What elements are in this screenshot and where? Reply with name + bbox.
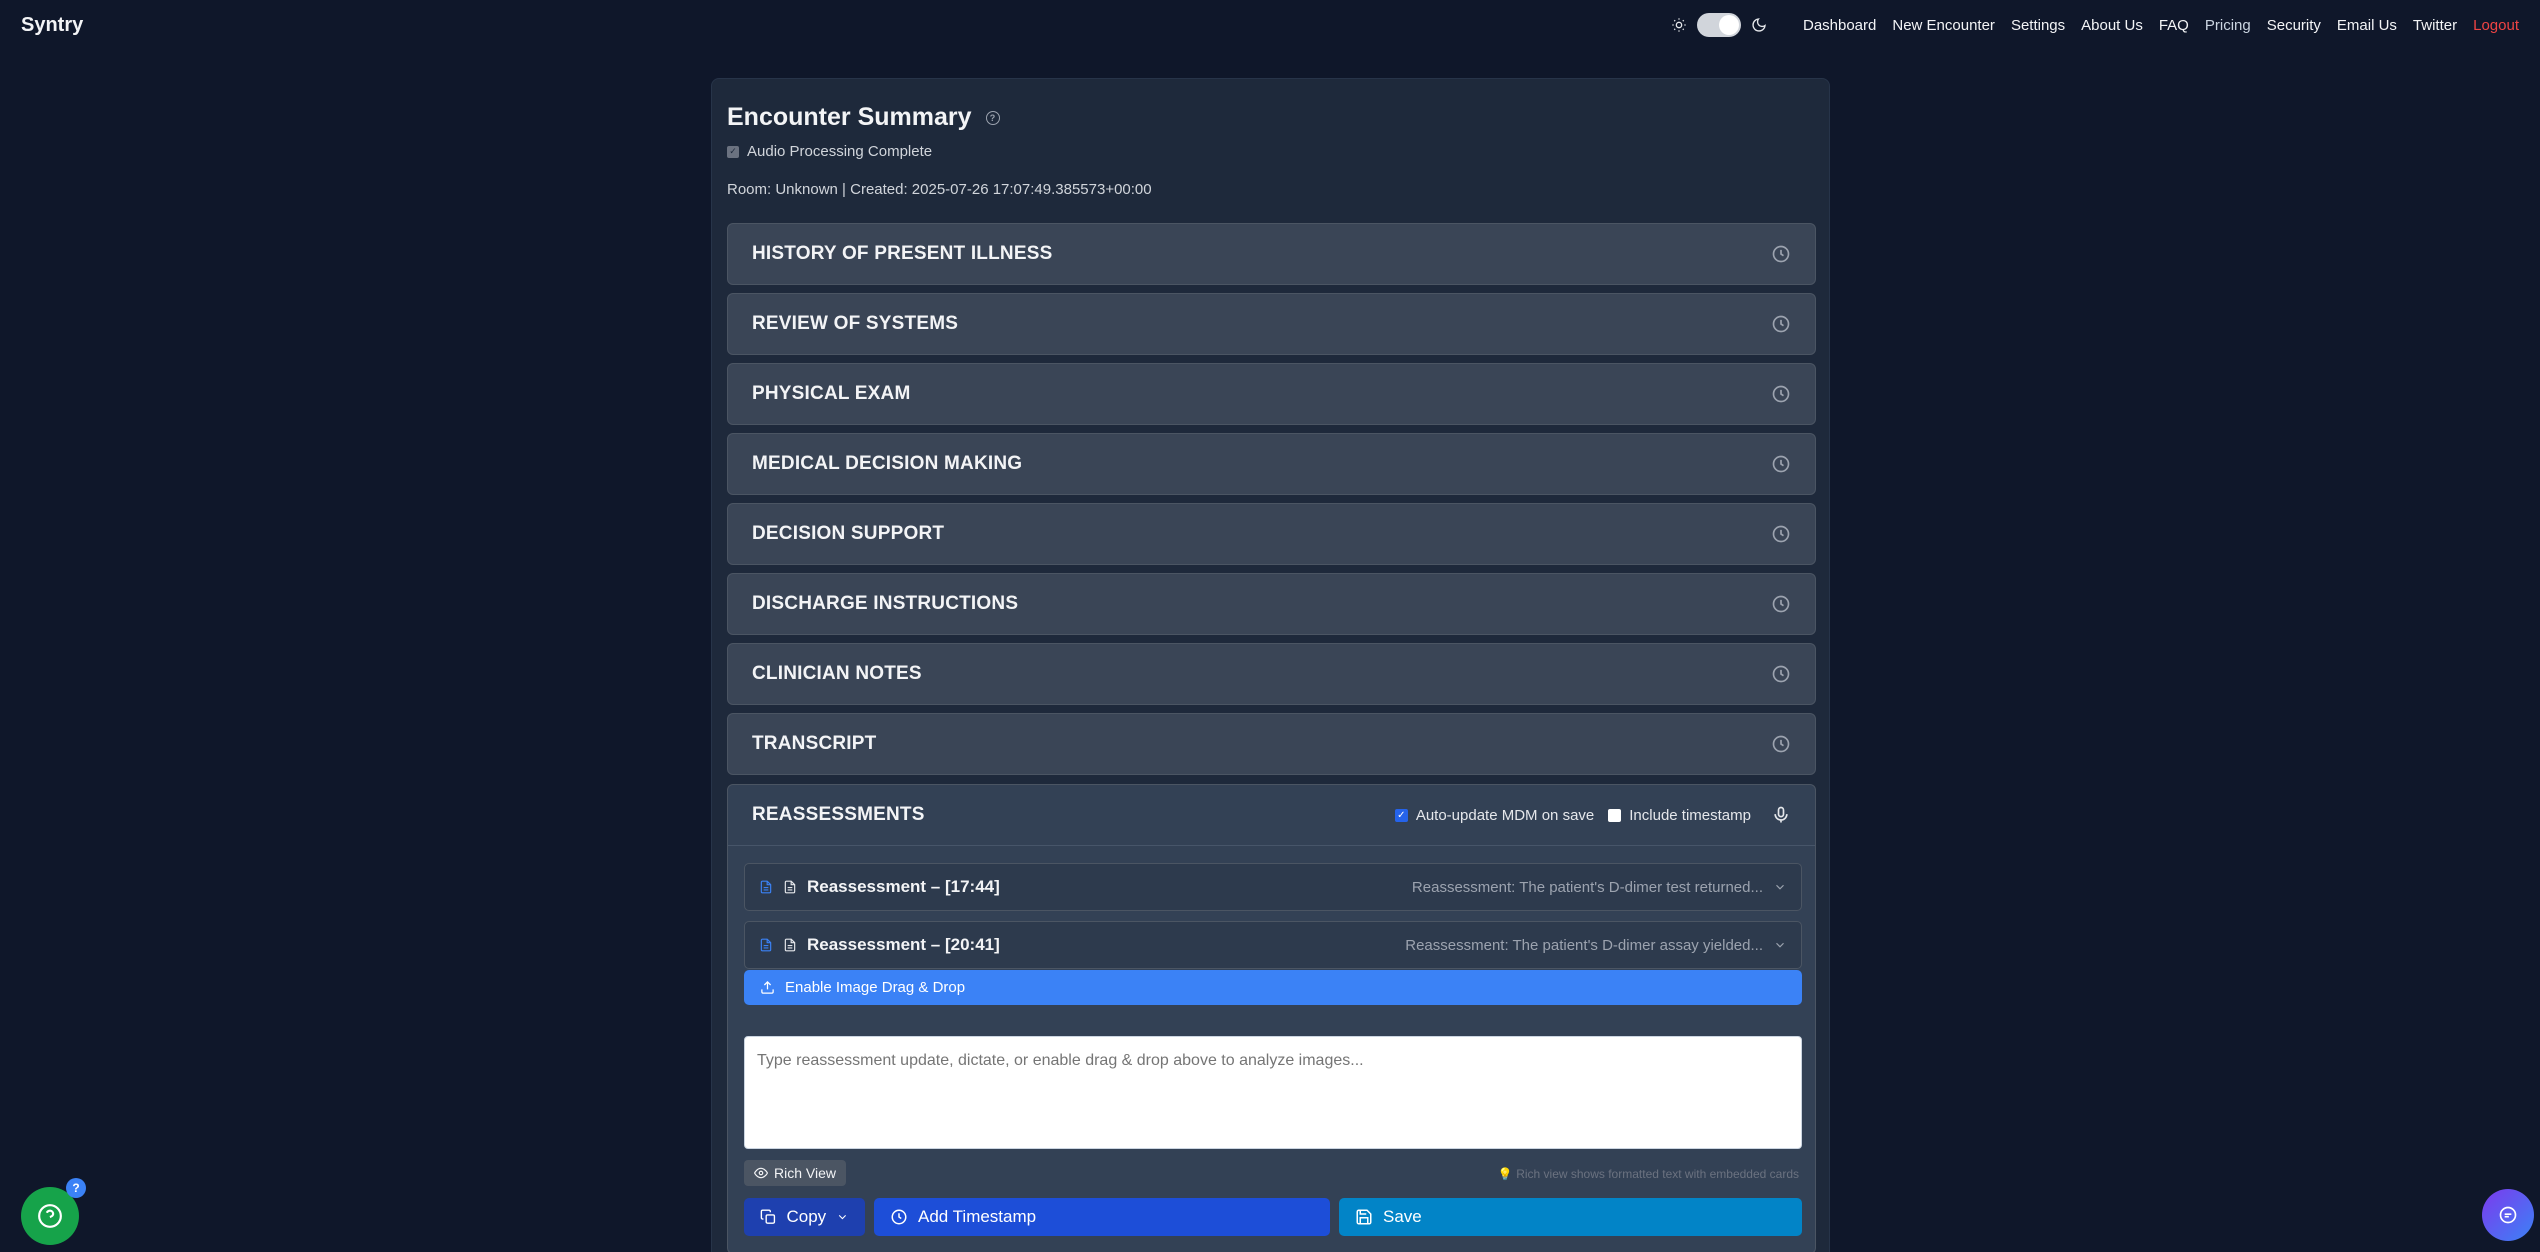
section-transcript[interactable]: TRANSCRIPT	[727, 713, 1816, 775]
rich-view-hint: 💡 Rich view shows formatted text with em…	[1497, 1167, 1799, 1181]
section-history-of-present-illness[interactable]: HISTORY OF PRESENT ILLNESS	[727, 223, 1816, 285]
history-clock-icon[interactable]	[1771, 314, 1791, 334]
brand-logo[interactable]: Syntry	[21, 14, 83, 37]
encounter-card: Encounter Summary ? ✓ Audio Processing C…	[711, 78, 1830, 1252]
enable-drag-drop-button[interactable]: Enable Image Drag & Drop	[744, 970, 1802, 1005]
help-circle-icon	[38, 1204, 62, 1228]
nav-security[interactable]: Security	[2267, 17, 2321, 34]
page-title-text: Encounter Summary	[727, 103, 972, 131]
chat-fab[interactable]	[2482, 1189, 2534, 1241]
microphone-icon[interactable]	[1771, 805, 1791, 825]
reassessment-preview: Reassessment: The patient's D-dimer test…	[1411, 878, 1763, 896]
section-physical-exam[interactable]: PHYSICAL EXAM	[727, 363, 1816, 425]
section-reassessments: REASSESSMENTS ✓ Auto-update MDM on save …	[727, 784, 1816, 1252]
reassessment-title: Reassessment – [17:44]	[807, 877, 1000, 896]
section-title: CLINICIAN NOTES	[752, 663, 922, 684]
rich-view-label: Rich View	[774, 1165, 836, 1181]
help-badge: ?	[66, 1178, 86, 1198]
reassessment-input[interactable]	[744, 1036, 1802, 1149]
reassessments-controls: ✓ Auto-update MDM on save Include timest…	[1394, 805, 1791, 825]
nav-logout[interactable]: Logout	[2473, 17, 2519, 34]
theme-toggle[interactable]	[1671, 13, 1767, 37]
history-clock-icon[interactable]	[1771, 524, 1791, 544]
encounter-meta: Room: Unknown | Created: 2025-07-26 17:0…	[727, 181, 1152, 198]
copy-label: Copy	[786, 1207, 827, 1226]
reassessment-preview: Reassessment: The patient's D-dimer assa…	[1405, 936, 1763, 954]
nav-pricing[interactable]: Pricing	[2205, 17, 2251, 34]
page-title: Encounter Summary ?	[727, 103, 1000, 132]
chevron-down-icon[interactable]	[1773, 938, 1787, 952]
nav-twitter[interactable]: Twitter	[2413, 17, 2457, 34]
chat-icon	[2499, 1206, 2517, 1224]
section-discharge-instructions[interactable]: DISCHARGE INSTRUCTIONS	[727, 573, 1816, 635]
history-clock-icon[interactable]	[1771, 734, 1791, 754]
include-timestamp-checkbox[interactable]	[1608, 808, 1622, 822]
history-clock-icon[interactable]	[1771, 384, 1791, 404]
theme-switch[interactable]	[1696, 13, 1741, 37]
upload-icon	[761, 980, 774, 994]
section-title: HISTORY OF PRESENT ILLNESS	[752, 243, 1053, 264]
section-title: MEDICAL DECISION MAKING	[752, 453, 1023, 474]
save-label: Save	[1383, 1207, 1422, 1226]
chevron-down-icon[interactable]	[836, 1210, 849, 1224]
nav-settings[interactable]: Settings	[2011, 17, 2065, 34]
nav-email-us[interactable]: Email Us	[2337, 17, 2397, 34]
section-medical-decision-making[interactable]: MEDICAL DECISION MAKING	[727, 433, 1816, 495]
audio-complete-checkbox: ✓	[727, 145, 739, 158]
sun-icon	[1672, 18, 1686, 32]
history-clock-icon[interactable]	[1771, 594, 1791, 614]
reassessment-title: Reassessment – [20:41]	[807, 935, 1000, 954]
document-blue-icon	[760, 880, 772, 894]
moon-icon	[1752, 18, 1766, 32]
reassessment-entry[interactable]: Reassessment – [20:41] Reassessment: The…	[744, 921, 1802, 969]
nav-right: Dashboard New Encounter Settings About U…	[1671, 13, 2519, 37]
section-title: TRANSCRIPT	[752, 733, 877, 754]
history-clock-icon[interactable]	[1771, 244, 1791, 264]
theme-switch-knob	[1718, 15, 1739, 35]
reassessment-entry[interactable]: Reassessment – [17:44] Reassessment: The…	[744, 863, 1802, 911]
clock-icon	[891, 1209, 907, 1225]
action-bar: Copy Add Timestamp Save	[744, 1198, 1802, 1236]
help-icon[interactable]: ?	[985, 110, 1000, 125]
save-icon	[1356, 1209, 1372, 1225]
section-title: REVIEW OF SYSTEMS	[752, 313, 959, 334]
include-timestamp-label: Include timestamp	[1629, 806, 1751, 824]
add-timestamp-label: Add Timestamp	[918, 1207, 1037, 1226]
copy-icon	[760, 1209, 776, 1224]
enable-drag-drop-label: Enable Image Drag & Drop	[785, 979, 966, 996]
auto-update-label: Auto-update MDM on save	[1415, 806, 1595, 824]
section-title: DECISION SUPPORT	[752, 523, 945, 544]
add-timestamp-button[interactable]: Add Timestamp	[874, 1198, 1330, 1236]
section-title: PHYSICAL EXAM	[752, 383, 911, 404]
nav-dashboard[interactable]: Dashboard	[1803, 17, 1876, 34]
document-icon	[784, 938, 796, 952]
eye-icon	[754, 1167, 768, 1179]
audio-status: ✓ Audio Processing Complete	[727, 143, 932, 160]
section-title: DISCHARGE INSTRUCTIONS	[752, 593, 1019, 614]
chevron-down-icon[interactable]	[1773, 880, 1787, 894]
nav-faq[interactable]: FAQ	[2159, 17, 2189, 34]
section-clinician-notes[interactable]: CLINICIAN NOTES	[727, 643, 1816, 705]
auto-update-checkbox[interactable]: ✓	[1394, 808, 1408, 822]
document-icon	[784, 880, 796, 894]
section-decision-support[interactable]: DECISION SUPPORT	[727, 503, 1816, 565]
top-nav: Syntry Dashboard New Encounter Settings …	[0, 0, 2540, 50]
section-review-of-systems[interactable]: REVIEW OF SYSTEMS	[727, 293, 1816, 355]
rich-view-button[interactable]: Rich View	[744, 1160, 846, 1186]
section-title: REASSESSMENTS	[752, 804, 925, 825]
nav-new-encounter[interactable]: New Encounter	[1892, 17, 1995, 34]
save-button[interactable]: Save	[1339, 1198, 1802, 1236]
nav-about-us[interactable]: About Us	[2081, 17, 2143, 34]
history-clock-icon[interactable]	[1771, 664, 1791, 684]
copy-button[interactable]: Copy	[744, 1198, 865, 1236]
history-clock-icon[interactable]	[1771, 454, 1791, 474]
document-blue-icon	[760, 938, 772, 952]
reassessments-header[interactable]: REASSESSMENTS ✓ Auto-update MDM on save …	[728, 785, 1815, 846]
audio-status-label: Audio Processing Complete	[747, 143, 933, 160]
